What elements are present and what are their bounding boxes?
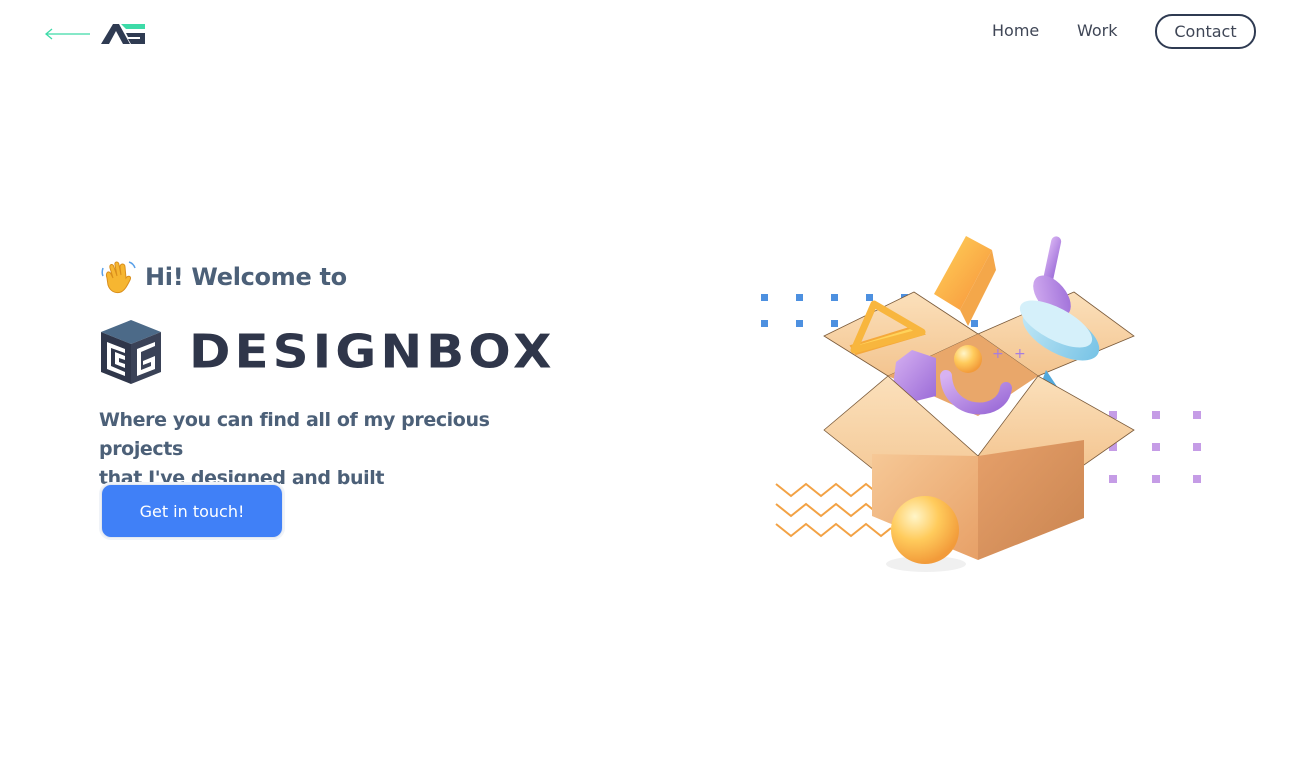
brand: DESIGNBOX xyxy=(99,318,556,386)
purple-dots-decoration xyxy=(1109,411,1201,483)
waving-hand-icon xyxy=(101,261,136,294)
nav-home-link[interactable]: Home xyxy=(992,21,1039,40)
greeting: Hi! Welcome to xyxy=(99,258,347,296)
brand-name: DESIGNBOX xyxy=(189,325,556,379)
svg-text:+: + xyxy=(1014,346,1026,362)
tagline: Where you can find all of my precious pr… xyxy=(99,406,569,493)
ag-logo[interactable] xyxy=(100,22,146,46)
nav-work-link[interactable]: Work xyxy=(1077,21,1118,40)
cube-logo-icon xyxy=(101,320,161,384)
nav-contact-button[interactable]: Contact xyxy=(1155,14,1256,49)
cta-wrapper: Get in touch! xyxy=(99,482,285,540)
navbar: Home Work Contact xyxy=(0,0,1316,70)
arrow-left-icon[interactable] xyxy=(44,26,92,42)
tagline-line-1: Where you can find all of my precious pr… xyxy=(99,409,490,460)
page: Home Work Contact Hi! Welcome to DESIGNB… xyxy=(0,0,1316,768)
svg-text:+: + xyxy=(992,346,1004,362)
get-in-touch-button[interactable]: Get in touch! xyxy=(101,484,283,538)
greeting-text: Hi! Welcome to xyxy=(145,263,347,291)
open-box-illustration: + + xyxy=(761,236,1201,572)
